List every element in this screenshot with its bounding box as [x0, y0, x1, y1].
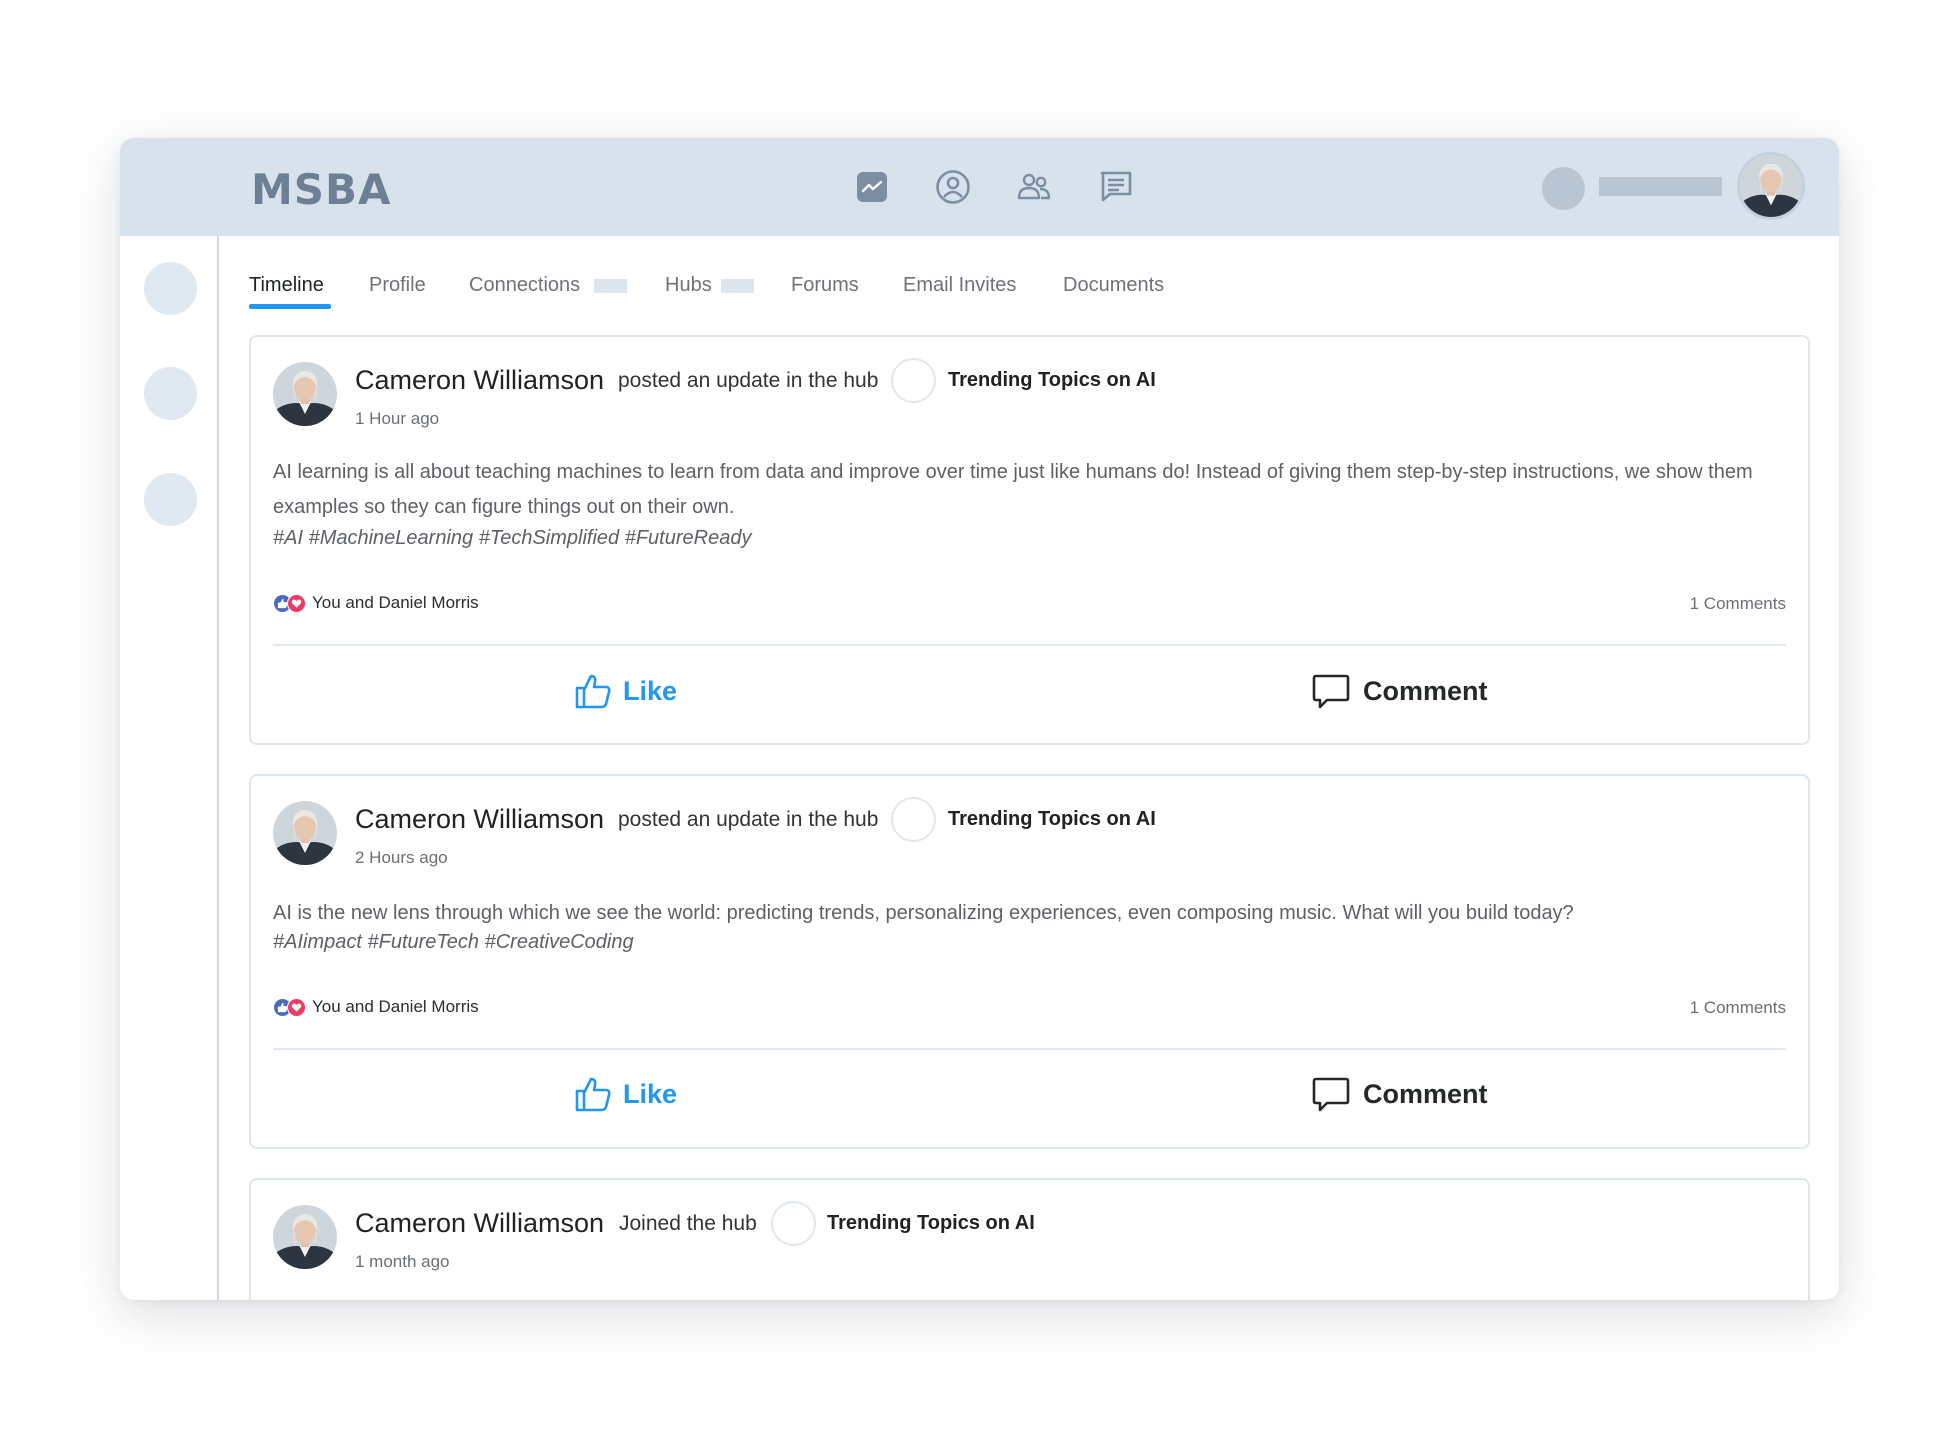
post-action-text: Joined the hub	[619, 1212, 757, 1235]
post-timestamp: 1 Hour ago	[355, 409, 440, 428]
app-logo[interactable]: MSBA	[251, 165, 392, 214]
hub-name[interactable]: Trending Topics on AI	[948, 808, 1156, 831]
hub-avatar[interactable]	[891, 797, 936, 842]
tab-documents[interactable]: Documents	[1063, 274, 1164, 297]
reactions-summary[interactable]: You and Daniel Morris	[273, 996, 479, 1018]
post-timestamp: 2 Hours ago	[355, 848, 448, 867]
post-divider	[273, 644, 1786, 646]
comment-bubble-icon	[1312, 1077, 1350, 1112]
sidebar-placeholder-3[interactable]	[144, 473, 197, 526]
post-body: AI is the new lens through which we see …	[273, 902, 1574, 924]
hub-avatar[interactable]	[891, 358, 936, 403]
post-action-text: posted an update in the hub	[618, 369, 879, 392]
thumbs-up-icon	[575, 1077, 611, 1112]
hubs-count-placeholder	[721, 279, 754, 293]
hub-name[interactable]: Trending Topics on AI	[827, 1212, 1035, 1235]
tab-connections[interactable]: Connections	[469, 274, 580, 297]
sidebar-divider	[217, 236, 219, 1300]
timeline-post: Cameron Williamson Joined the hub Trendi…	[249, 1178, 1810, 1300]
post-hashtags: #AI #MachineLearning #TechSimplified #Fu…	[273, 527, 752, 549]
author-name[interactable]: Cameron Williamson	[355, 804, 604, 835]
timeline-post: Cameron Williamson posted an update in t…	[249, 335, 1810, 745]
profile-icon[interactable]	[933, 167, 973, 207]
tab-forums[interactable]: Forums	[791, 274, 859, 297]
timeline-post: Cameron Williamson posted an update in t…	[249, 774, 1810, 1149]
author-avatar[interactable]	[273, 801, 337, 865]
hub-avatar[interactable]	[771, 1201, 816, 1246]
tab-profile[interactable]: Profile	[369, 274, 426, 297]
comment-button[interactable]: Comment	[1311, 671, 1488, 711]
post-body: AI learning is all about teaching machin…	[273, 461, 1753, 518]
post-timestamp: 1 month ago	[355, 1252, 450, 1271]
heart-reaction-icon	[287, 997, 306, 1017]
hub-name[interactable]: Trending Topics on AI	[948, 369, 1156, 392]
comment-button[interactable]: Comment	[1311, 1074, 1488, 1114]
activity-icon[interactable]	[852, 167, 892, 207]
placeholder-username-bar	[1599, 177, 1722, 196]
tab-hubs[interactable]: Hubs	[665, 274, 712, 297]
like-label: Like	[623, 1078, 678, 1109]
placeholder-circle	[1542, 167, 1585, 210]
sidebar-placeholder-2[interactable]	[144, 367, 197, 420]
app-window: MSBA Timeline Profile Connections Hubs F…	[120, 138, 1839, 1300]
like-label: Like	[623, 675, 678, 706]
thumbs-up-icon	[575, 674, 611, 709]
tab-email-invites[interactable]: Email Invites	[903, 274, 1016, 297]
post-divider	[273, 1048, 1786, 1050]
author-name[interactable]: Cameron Williamson	[355, 1208, 604, 1239]
comments-count[interactable]: 1 Comments	[1690, 594, 1786, 614]
author-name[interactable]: Cameron Williamson	[355, 365, 604, 396]
reactions-summary[interactable]: You and Daniel Morris	[273, 592, 479, 614]
author-avatar[interactable]	[273, 1205, 337, 1269]
post-hashtags: #AIimpact #FutureTech #CreativeCoding	[273, 931, 634, 953]
reactions-text: You and Daniel Morris	[312, 997, 479, 1016]
comment-label: Comment	[1363, 1078, 1488, 1109]
comments-count[interactable]: 1 Comments	[1690, 998, 1786, 1018]
post-action-text: posted an update in the hub	[618, 808, 879, 831]
sidebar-placeholder-1[interactable]	[144, 262, 197, 315]
connections-count-placeholder	[594, 279, 627, 293]
user-avatar[interactable]	[1737, 152, 1805, 220]
active-tab-indicator	[249, 304, 331, 309]
comment-bubble-icon	[1312, 674, 1350, 709]
reactions-text: You and Daniel Morris	[312, 593, 479, 612]
people-icon[interactable]	[1014, 167, 1054, 207]
like-button[interactable]: Like	[573, 671, 677, 711]
comment-label: Comment	[1363, 675, 1488, 706]
tab-timeline[interactable]: Timeline	[249, 274, 324, 297]
heart-reaction-icon	[287, 593, 306, 613]
messages-icon[interactable]	[1096, 167, 1136, 207]
author-avatar[interactable]	[273, 362, 337, 426]
top-navigation-bar: MSBA	[120, 138, 1839, 236]
like-button[interactable]: Like	[573, 1074, 677, 1114]
